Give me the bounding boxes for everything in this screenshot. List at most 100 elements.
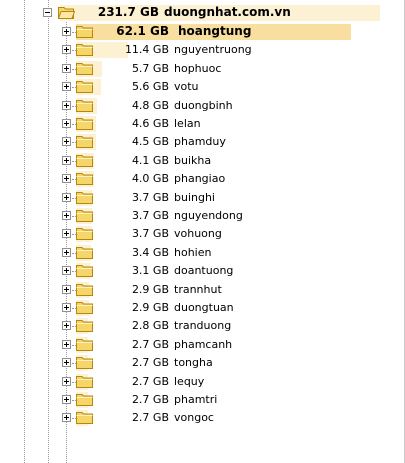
- tree-row[interactable]: 3.7 GB vohuong: [0, 225, 405, 243]
- expand-toggle[interactable]: [62, 266, 71, 276]
- folder-size: 62.1 GB: [116, 24, 169, 38]
- tree-row[interactable]: 4.6 GB lelan: [0, 115, 405, 133]
- tree-row[interactable]: 4.5 GB phamduy: [0, 133, 405, 151]
- folder-icon: [76, 338, 93, 351]
- expand-toggle[interactable]: [62, 119, 71, 128]
- folder-size: 11.4 GB: [124, 43, 169, 57]
- folder-size: 2.9 GB: [131, 301, 169, 314]
- folder-size: 2.7 GB: [131, 393, 169, 406]
- open-folder-icon: [58, 7, 75, 19]
- folder-icon: [76, 118, 93, 130]
- expand-toggle[interactable]: [62, 376, 71, 386]
- folder-icon: [76, 228, 93, 241]
- folder-icon: [76, 283, 93, 296]
- expand-toggle[interactable]: [62, 413, 71, 423]
- tree-row[interactable]: 4.8 GB duongbinh: [0, 97, 405, 115]
- folder-icon: [76, 210, 93, 222]
- folder-name: nguyentruong: [174, 43, 252, 57]
- folder-name: vongoc: [174, 411, 214, 425]
- folder-name: hohien: [174, 245, 212, 259]
- folder-icon: [76, 136, 93, 149]
- folder-size: 3.4 GB: [131, 245, 169, 259]
- folder-name: duongbinh: [174, 98, 233, 112]
- folder-size: 5.7 GB: [131, 61, 169, 75]
- tree-row[interactable]: 2.7 GB phamtri: [0, 391, 405, 409]
- expand-toggle[interactable]: [62, 137, 71, 147]
- expand-toggle[interactable]: [62, 395, 71, 404]
- expand-toggle[interactable]: [62, 247, 71, 257]
- expand-toggle[interactable]: [62, 284, 71, 294]
- folder-icon: [76, 191, 93, 204]
- tree-row[interactable]: 2.9 GB trannhut: [0, 281, 405, 299]
- tree-row-root[interactable]: 231.7 GB duongnhat.com.vn: [0, 4, 405, 22]
- tree-row[interactable]: 2.9 GB duongtuan: [0, 299, 405, 317]
- tree-row[interactable]: 2.7 GB phamcanh: [0, 336, 405, 354]
- folder-size: 4.6 GB: [131, 117, 169, 130]
- expand-toggle[interactable]: [62, 303, 71, 312]
- folder-size-tree: 231.7 GB duongnhat.com.vn 62.1 GB hoangtu…: [0, 0, 405, 463]
- folder-size: 3.7 GB: [131, 209, 169, 222]
- folder-size: 2.7 GB: [131, 411, 169, 425]
- tree-row[interactable]: 5.6 GB votu: [0, 78, 405, 96]
- expand-toggle[interactable]: [62, 321, 71, 331]
- expand-toggle[interactable]: [62, 45, 71, 55]
- root-size: 231.7 GB: [97, 5, 159, 19]
- folder-name: phamtri: [174, 393, 218, 406]
- folder-name: buikha: [174, 153, 212, 167]
- folder-icon: [76, 375, 93, 388]
- folder-size: 4.5 GB: [131, 135, 169, 149]
- folder-icon: [76, 412, 93, 425]
- folder-icon: [76, 26, 93, 38]
- folder-name: tranduong: [174, 319, 232, 333]
- tree-row[interactable]: 4.1 GB buikha: [0, 152, 405, 170]
- expand-toggle[interactable]: [62, 27, 71, 36]
- folder-icon: [76, 154, 93, 167]
- tree-row[interactable]: 2.8 GB tranduong: [0, 317, 405, 335]
- folder-name: nguyendong: [174, 209, 243, 222]
- folder-name: votu: [174, 80, 199, 94]
- folder-icon: [76, 357, 93, 370]
- expand-toggle[interactable]: [62, 211, 71, 220]
- folder-size: 3.7 GB: [131, 190, 169, 204]
- folder-size: 4.8 GB: [131, 98, 169, 112]
- tree-row[interactable]: 2.7 GB tongha: [0, 354, 405, 372]
- expand-toggle[interactable]: [62, 192, 71, 202]
- tree-row[interactable]: 3.1 GB doantuong: [0, 262, 405, 280]
- folder-name: lelan: [174, 117, 201, 130]
- folder-size: 3.1 GB: [131, 264, 169, 278]
- tree-row[interactable]: 11.4 GB nguyentruong: [0, 41, 405, 59]
- folder-size: 3.7 GB: [131, 227, 169, 241]
- folder-name: doantuong: [174, 264, 234, 278]
- expand-toggle[interactable]: [62, 82, 71, 92]
- folder-name: vohuong: [174, 227, 222, 241]
- tree-row[interactable]: 5.7 GB hophuoc: [0, 60, 405, 78]
- folder-size: 4.0 GB: [131, 172, 169, 186]
- tree-row[interactable]: 2.7 GB vongoc: [0, 409, 405, 427]
- collapse-toggle[interactable]: [43, 8, 52, 17]
- tree-row[interactable]: 2.7 GB lequy: [0, 373, 405, 391]
- folder-name: buinghi: [174, 190, 215, 204]
- folder-size: 5.6 GB: [131, 80, 169, 94]
- folder-icon: [76, 320, 93, 333]
- folder-size: 4.1 GB: [131, 153, 169, 167]
- tree-row[interactable]: 3.4 GB hohien: [0, 244, 405, 262]
- folder-name: phamduy: [174, 135, 226, 149]
- expand-toggle[interactable]: [62, 100, 71, 110]
- folder-icon: [76, 173, 93, 186]
- tree-row[interactable]: 62.1 GB hoangtung: [0, 23, 405, 41]
- expand-toggle[interactable]: [62, 229, 71, 239]
- expand-toggle[interactable]: [62, 358, 71, 368]
- expand-toggle[interactable]: [62, 63, 71, 73]
- expand-toggle[interactable]: [62, 155, 71, 165]
- expand-toggle[interactable]: [62, 339, 71, 349]
- expand-toggle[interactable]: [62, 174, 71, 184]
- folder-size: 2.7 GB: [131, 356, 169, 370]
- folder-name: phangiao: [174, 172, 226, 186]
- tree-row[interactable]: 3.7 GB buinghi: [0, 189, 405, 207]
- tree-row[interactable]: 4.0 GB phangiao: [0, 170, 405, 188]
- folder-name: lequy: [174, 374, 205, 388]
- folder-name: phamcanh: [174, 337, 233, 351]
- tree-row[interactable]: 3.7 GB nguyendong: [0, 207, 405, 225]
- folder-icon: [76, 394, 93, 406]
- folder-icon: [76, 246, 93, 259]
